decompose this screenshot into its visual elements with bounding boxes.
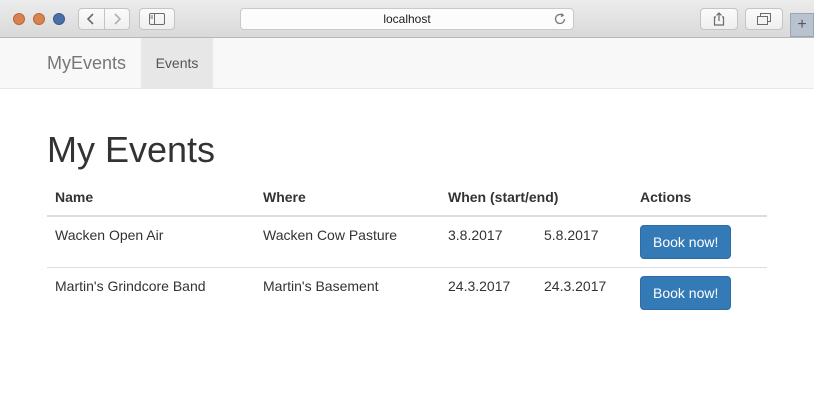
address-bar[interactable]: localhost [240,8,574,30]
events-table: Name Where When (start/end) Actions Wack… [47,178,767,318]
book-now-button[interactable]: Book now! [640,225,732,259]
event-start-cell: 3.8.2017 [448,227,503,243]
table-row: Wacken Open Air Wacken Cow Pasture 3.8.2… [47,216,767,267]
share-button[interactable] [700,8,738,30]
event-end-cell: 5.8.2017 [544,227,599,243]
back-button[interactable] [79,9,104,29]
sidebar-icon [149,13,165,25]
column-header-actions: Actions [632,178,767,217]
tab-overview-button[interactable] [745,8,783,30]
close-window-button[interactable] [13,13,25,25]
book-now-button[interactable]: Book now! [640,275,732,310]
zoom-window-button[interactable] [53,13,65,25]
app-navbar: MyEvents Events [0,38,814,89]
reload-icon[interactable] [553,12,567,26]
event-name-cell: Wacken Open Air [55,227,164,243]
page-title: My Events [47,129,216,170]
event-where-cell: Martin's Basement [255,266,440,318]
forward-chevron-icon [114,13,121,25]
event-actions-cell: Book now! [632,266,767,318]
plus-icon: + [797,16,807,33]
table-row: Martin's Grindcore Band Martin's Basemen… [47,266,767,318]
browser-toolbar: localhost + [0,0,814,38]
event-end-cell: 24.3.2017 [536,266,632,318]
event-start-cell: 24.3.2017 [440,266,536,318]
column-header-where: Where [255,178,440,217]
sidebar-toggle-button[interactable] [139,8,175,30]
history-nav-group [78,8,130,30]
back-chevron-icon [87,13,94,25]
nav-tab-events[interactable]: Events [141,38,213,89]
column-header-when: When (start/end) [440,178,632,217]
share-icon [713,12,725,26]
event-where-cell: Wacken Cow Pasture [263,227,398,243]
forward-button[interactable] [103,9,130,29]
address-text: localhost [383,12,431,26]
new-tab-button[interactable]: + [790,13,814,37]
brand-link[interactable]: MyEvents [47,38,126,89]
table-header-row: Name Where When (start/end) Actions [47,178,767,217]
tabs-overview-icon [757,13,771,25]
column-header-name: Name [47,178,255,217]
minimize-window-button[interactable] [33,13,45,25]
event-name-cell: Martin's Grindcore Band [47,266,255,318]
event-actions-cell: Book now! [632,216,767,267]
